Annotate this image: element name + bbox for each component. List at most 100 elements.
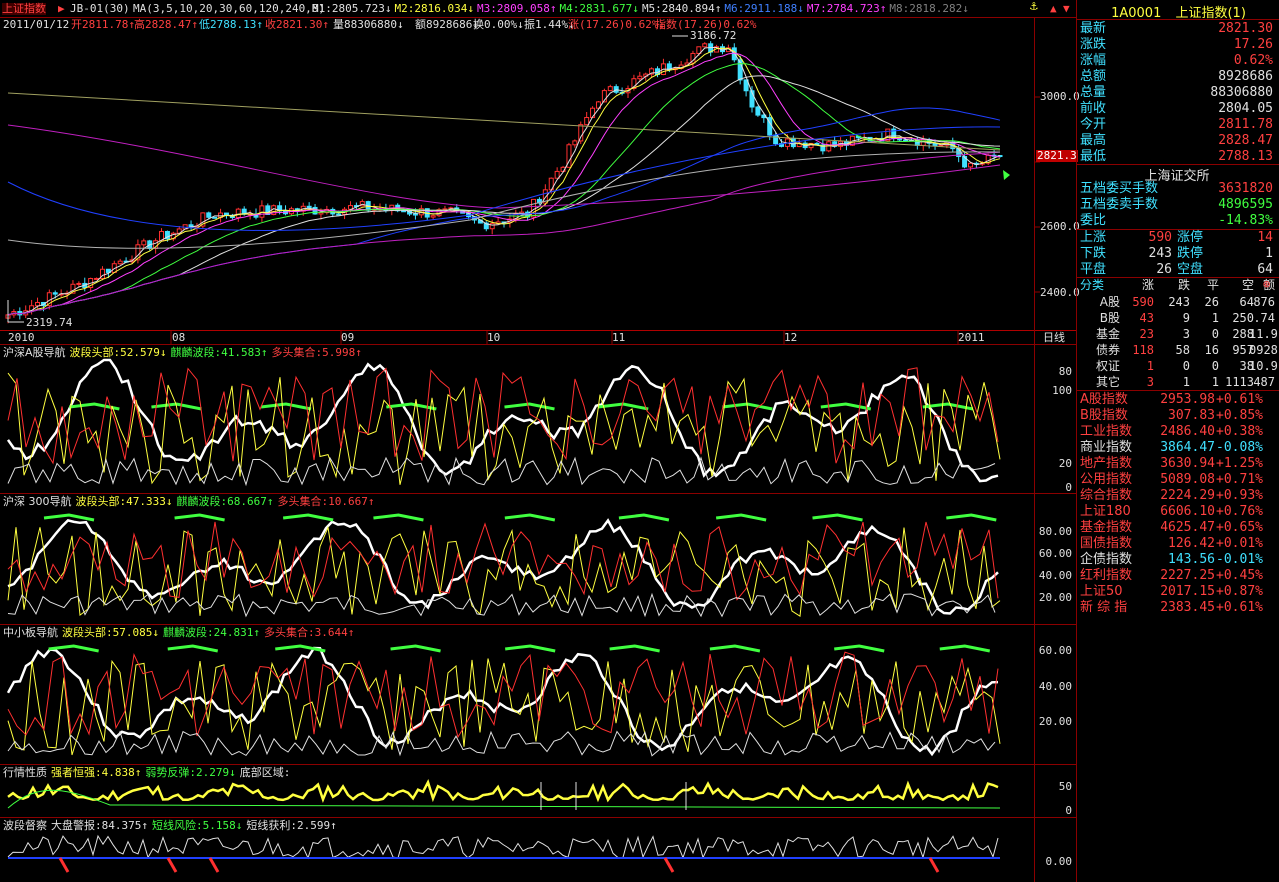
candle-body bbox=[572, 140, 578, 146]
index-name: 商业指数 bbox=[1080, 440, 1133, 455]
category-cell: B股 bbox=[1099, 311, 1120, 325]
moving-average-line bbox=[7, 47, 1001, 316]
current-price-tag: 2821.3 bbox=[1036, 149, 1078, 162]
panel-axis-label: 100 bbox=[1052, 384, 1072, 397]
moving-average-line bbox=[7, 151, 1001, 249]
current-bar-marker bbox=[1003, 170, 1010, 180]
candle-body bbox=[117, 260, 123, 265]
panel-title[interactable]: 沪深A股导航 波段头部:52.579↓ 麒麟波段:41.583↑ 多头集合:5.998… bbox=[3, 347, 362, 359]
period-label[interactable]: 日线 bbox=[1043, 332, 1065, 344]
breadth-row: 下跌 243 跌停 1 bbox=[1077, 246, 1277, 262]
index-row[interactable]: 新 综 指 2383.45 +0.61% bbox=[1077, 600, 1277, 616]
index-price: 4625.47 bbox=[1160, 520, 1215, 535]
index-price: 5089.08 bbox=[1160, 472, 1215, 487]
date-axis-label: 08 bbox=[172, 331, 186, 344]
order-row: 五档委买手数 3631820 bbox=[1077, 181, 1277, 197]
oscillator-highlight bbox=[373, 513, 424, 522]
category-cell: 0 bbox=[1182, 359, 1190, 373]
category-cell: 10.9 bbox=[1249, 359, 1278, 373]
oscillator-highlight bbox=[715, 513, 767, 522]
category-cell: 基金 bbox=[1095, 327, 1120, 341]
index-row[interactable]: 工业指数 2486.40 +0.38% bbox=[1077, 424, 1277, 440]
oscillator-highlight bbox=[598, 402, 649, 411]
index-row[interactable]: A股指数 2953.98 +0.61% bbox=[1077, 392, 1277, 408]
breadth-row: 平盘 26 空盘 64 bbox=[1077, 262, 1277, 278]
date-axis-label: 2011 bbox=[958, 331, 985, 344]
high-mark: 3186.72 bbox=[690, 29, 737, 42]
risk-spike bbox=[208, 857, 220, 873]
quote-value: 0.62% bbox=[1233, 53, 1273, 68]
panel-value: 麒麟波段:41.583↑ bbox=[170, 346, 268, 359]
panel-title[interactable]: 中小板导航 波段头部:57.085↓ 麒麟波段:24.831↑ 多头集合:3.644↑ bbox=[3, 627, 354, 639]
risk-spike bbox=[166, 857, 178, 873]
breadth-row: 上涨 590 涨停 14 bbox=[1077, 230, 1277, 246]
index-row[interactable]: 企债指数 143.56 -0.01% bbox=[1077, 552, 1277, 568]
breadth-label: 涨停 bbox=[1177, 230, 1204, 245]
category-cell: 其它 bbox=[1095, 375, 1120, 389]
order-value: 4896595 bbox=[1218, 197, 1273, 212]
index-price: 143.56 bbox=[1168, 552, 1215, 567]
candle-body bbox=[35, 301, 41, 307]
quote-header: 1A0001 上证指数(1) bbox=[1077, 2, 1279, 21]
index-row[interactable]: 地产指数 3630.94 +1.25% bbox=[1077, 456, 1277, 472]
category-cell: 118 bbox=[1132, 343, 1154, 357]
oscillator-highlight bbox=[939, 644, 991, 653]
category-cell: 9 bbox=[1182, 311, 1190, 325]
candle-body bbox=[578, 124, 584, 142]
candle-body bbox=[336, 213, 342, 216]
panel-value: 多头集合:10.667↑ bbox=[277, 495, 375, 508]
oscillator-highlight bbox=[504, 402, 555, 411]
panel-value: 麒麟波段:24.831↑ bbox=[162, 626, 260, 639]
index-row[interactable]: 基金指数 4625.47 +0.65% bbox=[1077, 520, 1277, 536]
chart-canvas[interactable] bbox=[0, 0, 1076, 882]
index-row[interactable]: 公用指数 5089.08 +0.71% bbox=[1077, 472, 1277, 488]
quote-row: 今开 2811.78 bbox=[1077, 117, 1277, 133]
breadth-label: 上涨 bbox=[1080, 230, 1107, 245]
risk-spike bbox=[928, 857, 940, 873]
quote-label: 总量 bbox=[1080, 85, 1107, 100]
candle-body bbox=[773, 134, 779, 145]
index-row[interactable]: B股指数 307.83 +0.85% bbox=[1077, 408, 1277, 424]
panel-title[interactable]: 波段督察 大盘警报:84.375↑ 短线风险:5.158↓ 短线获利:2.599↑ bbox=[3, 820, 337, 832]
index-row[interactable]: 商业指数 3864.47 -0.08% bbox=[1077, 440, 1277, 456]
index-change: +0.61% bbox=[1216, 600, 1263, 615]
quote-panel: 1A0001 上证指数(1) 最新 2821.30 涨跌 17.26 涨幅 0.62% 总额… bbox=[1076, 0, 1279, 882]
quote-label: 前收 bbox=[1080, 101, 1107, 116]
panel-title[interactable]: 行情性质 强者恒强:4.838↑ 弱势反弹:2.279↓ 底部区域: bbox=[3, 767, 290, 779]
index-row[interactable]: 上证180 6606.10 +0.76% bbox=[1077, 504, 1277, 520]
quote-label: 最低 bbox=[1080, 149, 1107, 164]
category-cell: 0 bbox=[1211, 359, 1219, 373]
index-row[interactable]: 上证50 2017.15 +0.87% bbox=[1077, 584, 1277, 600]
breadth-label: 下跌 bbox=[1080, 246, 1107, 261]
panel-axis-label: 80 bbox=[1058, 365, 1072, 378]
index-row[interactable]: 综合指数 2224.29 +0.93% bbox=[1077, 488, 1277, 504]
panel-value: 波段头部:57.085↓ bbox=[62, 626, 159, 639]
quote-row: 总额 8928686 bbox=[1077, 69, 1277, 85]
category-cell: 243 bbox=[1168, 295, 1190, 309]
category-header: 分类 bbox=[1080, 278, 1105, 292]
category-cell: 0928 bbox=[1249, 343, 1278, 357]
candle-body bbox=[76, 282, 82, 285]
panel-name: 中小板导航 bbox=[3, 626, 58, 639]
order-value: -14.83% bbox=[1218, 213, 1273, 228]
category-cell: 487 bbox=[1253, 375, 1275, 389]
index-change: +0.71% bbox=[1216, 472, 1263, 487]
candle-body bbox=[637, 75, 643, 80]
index-row[interactable]: 红利指数 2227.25 +0.45% bbox=[1077, 568, 1277, 584]
candle-body bbox=[212, 216, 218, 219]
index-name: 公用指数 bbox=[1080, 472, 1133, 487]
risk-spike bbox=[663, 857, 675, 873]
panel-value: 短线获利:2.599↑ bbox=[246, 819, 337, 832]
category-cell: 43 bbox=[1139, 311, 1154, 325]
index-price: 3864.47 bbox=[1160, 440, 1215, 455]
panel-title[interactable]: 沪深 300导航 波段头部:47.333↓ 麒麟波段:68.667↑ 多头集合:10.… bbox=[3, 496, 374, 508]
panel-axis-label: 50 bbox=[1058, 780, 1072, 793]
moving-average-line bbox=[7, 75, 1001, 316]
add-icon[interactable]: ⊕ bbox=[1263, 277, 1270, 291]
moving-average-line bbox=[7, 52, 1001, 316]
index-row[interactable]: 国债指数 126.42 +0.01% bbox=[1077, 536, 1277, 552]
panel-value: 短线风险:5.158↓ bbox=[151, 819, 243, 832]
candle-body bbox=[412, 213, 418, 216]
index-name: 上证50 bbox=[1080, 584, 1123, 599]
panel-axis-label: 20.00 bbox=[1038, 715, 1072, 728]
